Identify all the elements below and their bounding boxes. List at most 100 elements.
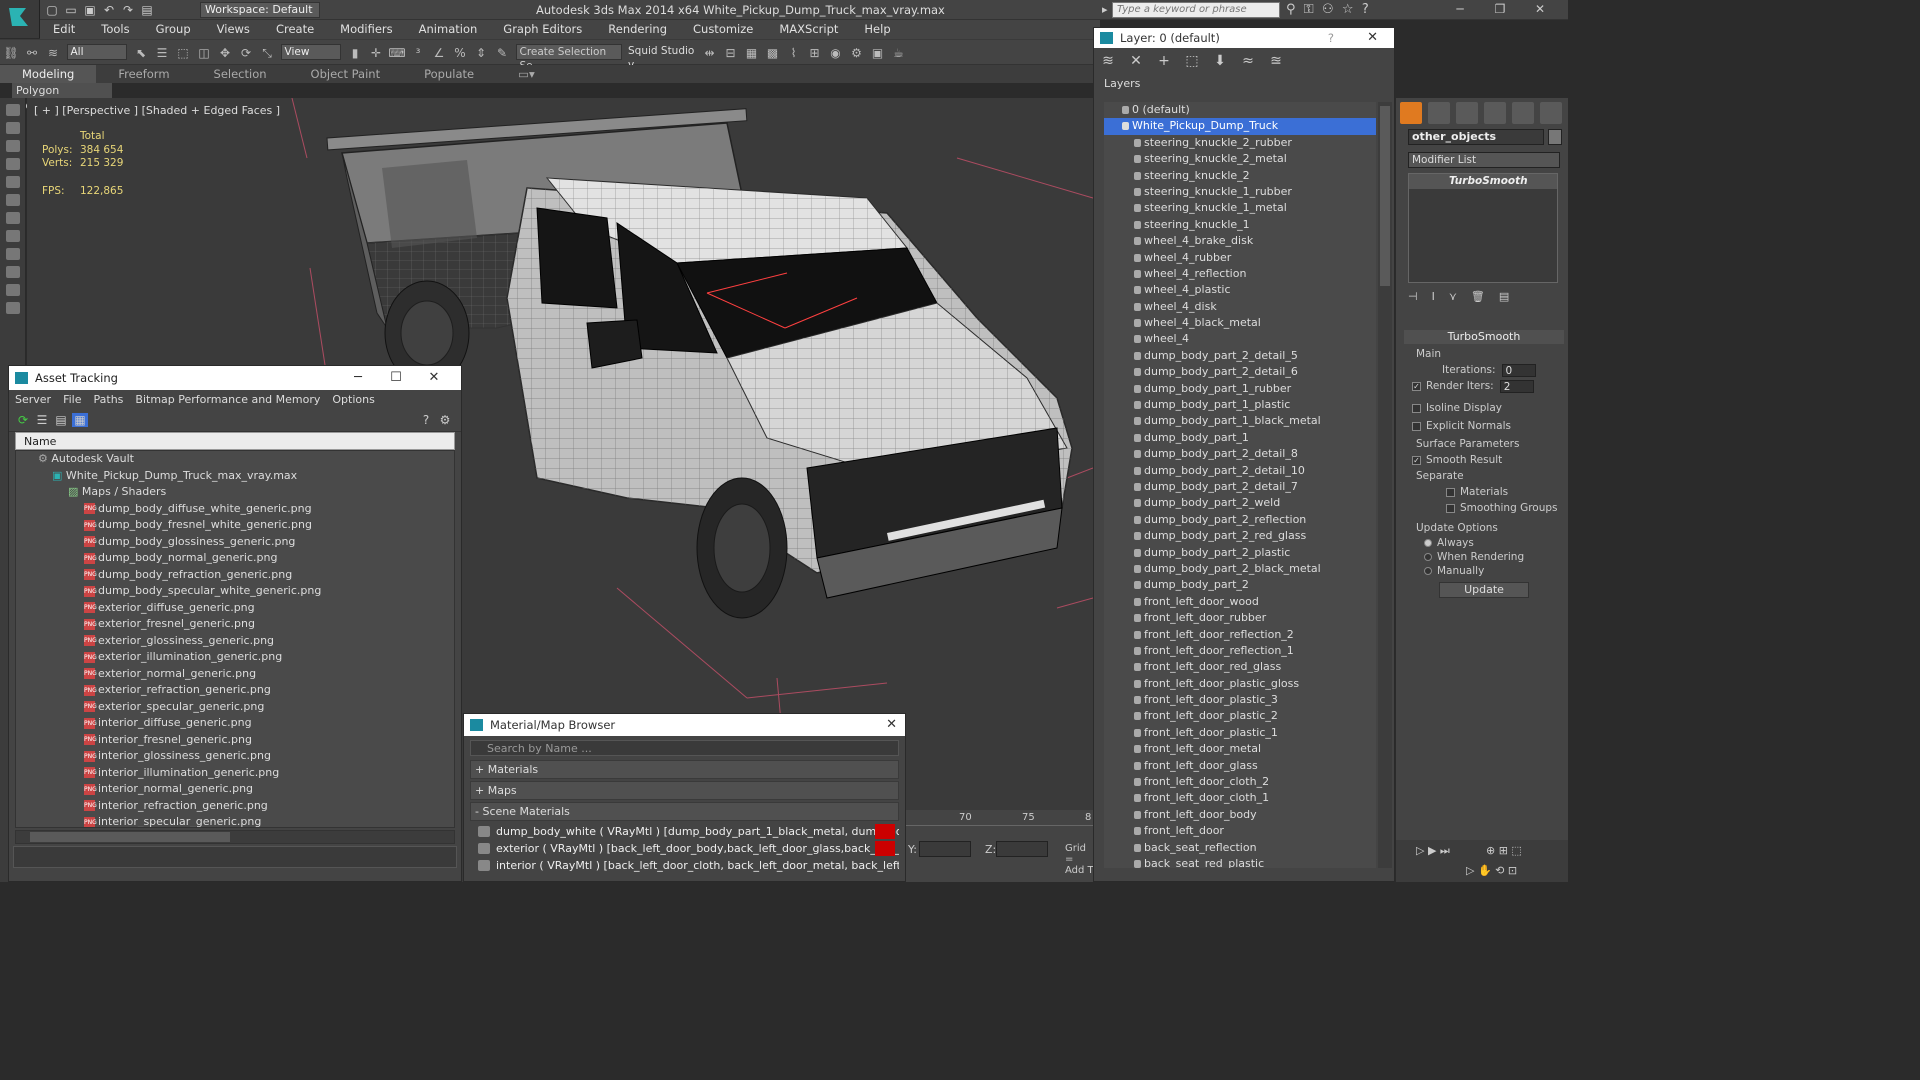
horizontal-scrollbar[interactable] xyxy=(15,830,455,844)
tool-icon-4[interactable] xyxy=(6,158,20,170)
layer-object-row[interactable]: front_left_door_plastic_1 xyxy=(1104,725,1376,741)
menu-group[interactable]: Group xyxy=(143,20,204,39)
smoothing-groups-checkbox[interactable] xyxy=(1446,503,1455,513)
layer-object-row[interactable]: front_left_door xyxy=(1104,823,1376,839)
layer-object-row[interactable]: dump_body_part_1_black_metal xyxy=(1104,413,1376,429)
asset-file-row[interactable]: PNGdump_body_normal_generic.png xyxy=(16,550,454,567)
asset-file-row[interactable]: PNGinterior_illumination_generic.png xyxy=(16,765,454,782)
layer-object-row[interactable]: front_left_door_metal xyxy=(1104,741,1376,757)
bind-spacewarp-icon[interactable]: ≋ xyxy=(44,44,62,62)
add-layer-icon[interactable]: + xyxy=(1150,48,1178,74)
squid-studio-button[interactable]: Squid Studio v xyxy=(625,44,695,71)
close-icon[interactable]: ✕ xyxy=(1520,2,1560,16)
play-icon[interactable]: ▷ ▶ ⏭ xyxy=(1416,844,1450,858)
percent-snap-icon[interactable]: % xyxy=(451,44,469,62)
layer-object-row[interactable]: front_left_door_reflection_1 xyxy=(1104,643,1376,659)
layer-object-row[interactable]: steering_knuckle_1 xyxy=(1104,217,1376,233)
asset-file-row[interactable]: PNGinterior_normal_generic.png xyxy=(16,781,454,798)
layer-object-row[interactable]: dump_body_part_2_reflection xyxy=(1104,512,1376,528)
layer-object-row[interactable]: dump_body_part_2_red_glass xyxy=(1104,528,1376,544)
always-radio[interactable] xyxy=(1424,539,1432,547)
spinner-snap-icon[interactable]: ⇕ xyxy=(472,44,490,62)
layer-object-row[interactable]: front_left_door_rubber xyxy=(1104,610,1376,626)
hide-all-icon[interactable]: ≈ xyxy=(1234,48,1262,74)
open-file-icon[interactable]: ▭ xyxy=(63,3,79,17)
tab-object-paint[interactable]: Object Paint xyxy=(289,65,403,83)
layers-icon[interactable]: ≋ xyxy=(1094,48,1122,74)
column-header-name[interactable]: Name xyxy=(15,432,455,450)
tool-icon-2[interactable] xyxy=(6,122,20,134)
rotate-icon[interactable]: ⟳ xyxy=(237,44,255,62)
layer-object-row[interactable]: dump_body_part_2_detail_5 xyxy=(1104,348,1376,364)
select-manipulate-icon[interactable]: ✛ xyxy=(367,44,385,62)
tool-icon-5[interactable] xyxy=(6,176,20,188)
link-icon[interactable]: ⛓ xyxy=(2,44,20,62)
create-tab-icon[interactable] xyxy=(1400,102,1422,124)
polygon-modeling-panel[interactable]: Polygon Modeling xyxy=(12,83,112,112)
stack-item-turbosmooth[interactable]: TurboSmooth xyxy=(1409,174,1557,189)
curve-editor-icon[interactable]: ⌇ xyxy=(785,44,803,62)
menu-file[interactable]: File xyxy=(57,393,87,406)
schematic-view-icon[interactable]: ⊞ xyxy=(806,44,824,62)
asset-file-row[interactable]: PNGinterior_fresnel_generic.png xyxy=(16,732,454,749)
project-folder-icon[interactable]: ▤ xyxy=(139,3,155,17)
object-color-swatch[interactable] xyxy=(1548,129,1562,145)
layer-object-row[interactable]: front_left_door_cloth_1 xyxy=(1104,790,1376,806)
layer-object-row[interactable]: wheel_4_brake_disk xyxy=(1104,233,1376,249)
select-object-icon[interactable]: ⬉ xyxy=(132,44,150,62)
layer-object-row[interactable]: front_left_door_plastic_2 xyxy=(1104,708,1376,724)
help-icon[interactable]: ? xyxy=(1328,28,1334,48)
group-materials[interactable]: + Materials xyxy=(470,760,899,779)
redo-icon[interactable]: ↷ xyxy=(120,3,136,17)
tab-modeling[interactable]: Modeling xyxy=(0,65,97,83)
select-layer-icon[interactable]: ⬚ xyxy=(1178,48,1206,74)
edit-named-sets-icon[interactable]: ✎ xyxy=(493,44,511,62)
layer-object-row[interactable]: dump_body_part_2 xyxy=(1104,577,1376,593)
tool-icon-11[interactable] xyxy=(6,284,20,296)
named-selection-dropdown[interactable]: Create Selection Se xyxy=(515,44,622,72)
tool-icon-8[interactable] xyxy=(6,230,20,242)
asset-tracking-titlebar[interactable]: Asset Tracking ─ ☐ ✕ xyxy=(9,366,461,390)
layer-object-row[interactable]: front_left_door_cloth_2 xyxy=(1104,774,1376,790)
render-setup-icon[interactable]: ⚙ xyxy=(848,44,866,62)
layer-object-row[interactable]: back_seat_reflection xyxy=(1104,840,1376,856)
asset-file-row[interactable]: PNGinterior_refraction_generic.png xyxy=(16,798,454,815)
select-by-name-icon[interactable]: ☰ xyxy=(153,44,171,62)
key-icon[interactable]: ⚿ xyxy=(1304,2,1314,17)
layer-manager-icon[interactable]: ▦ xyxy=(743,44,761,62)
tool-icon-10[interactable] xyxy=(6,266,20,278)
layer-object-row[interactable]: steering_knuckle_2_rubber xyxy=(1104,135,1376,151)
detail-view-icon[interactable]: ▤ xyxy=(53,413,69,427)
utilities-tab-icon[interactable] xyxy=(1540,102,1562,124)
tab-populate[interactable]: Populate xyxy=(402,65,496,83)
tool-icon-12[interactable] xyxy=(6,302,20,314)
asset-file-row[interactable]: PNGdump_body_glossiness_generic.png xyxy=(16,534,454,551)
layer-object-row[interactable]: steering_knuckle_2 xyxy=(1104,168,1376,184)
layer-object-row[interactable]: front_left_door_reflection_2 xyxy=(1104,627,1376,643)
menu-views[interactable]: Views xyxy=(204,20,263,39)
search-arrow-icon[interactable]: ▸ xyxy=(1102,3,1108,16)
layer-object-row[interactable]: dump_body_part_2_plastic xyxy=(1104,545,1376,561)
connect-icon[interactable]: ⚇ xyxy=(1322,2,1334,17)
snap-icon[interactable]: ³ xyxy=(409,44,427,62)
asset-file-row[interactable]: PNGinterior_glossiness_generic.png xyxy=(16,748,454,765)
pivot-icon[interactable]: ▮ xyxy=(346,44,364,62)
binoculars-icon[interactable]: ⚲ xyxy=(1286,2,1296,17)
search-input[interactable]: Type a keyword or phrase xyxy=(1112,2,1280,18)
asset-file-row[interactable]: PNGdump_body_specular_white_generic.png xyxy=(16,583,454,600)
menu-rendering[interactable]: Rendering xyxy=(595,20,680,39)
modifier-list-dropdown[interactable]: Modifier List xyxy=(1408,152,1560,168)
asset-file-row[interactable]: PNGexterior_fresnel_generic.png xyxy=(16,616,454,633)
modify-tab-icon[interactable] xyxy=(1428,102,1450,124)
layer-object-row[interactable]: front_left_door_wood xyxy=(1104,594,1376,610)
layer-object-row[interactable]: wheel_4_black_metal xyxy=(1104,315,1376,331)
menu-bitmap-performance[interactable]: Bitmap Performance and Memory xyxy=(129,393,326,406)
layer-object-row[interactable]: steering_knuckle_2_metal xyxy=(1104,151,1376,167)
layer-object-row[interactable]: wheel_4 xyxy=(1104,331,1376,347)
add-time-tag[interactable]: Add T xyxy=(1065,865,1094,876)
restore-icon[interactable]: ❐ xyxy=(1480,2,1520,16)
material-editor-icon[interactable]: ◉ xyxy=(827,44,845,62)
highlight-icon[interactable]: ⬇ xyxy=(1206,48,1234,74)
app-logo-icon[interactable] xyxy=(0,0,40,38)
tree-max-file[interactable]: ▣ White_Pickup_Dump_Truck_max_vray.max xyxy=(16,468,454,485)
